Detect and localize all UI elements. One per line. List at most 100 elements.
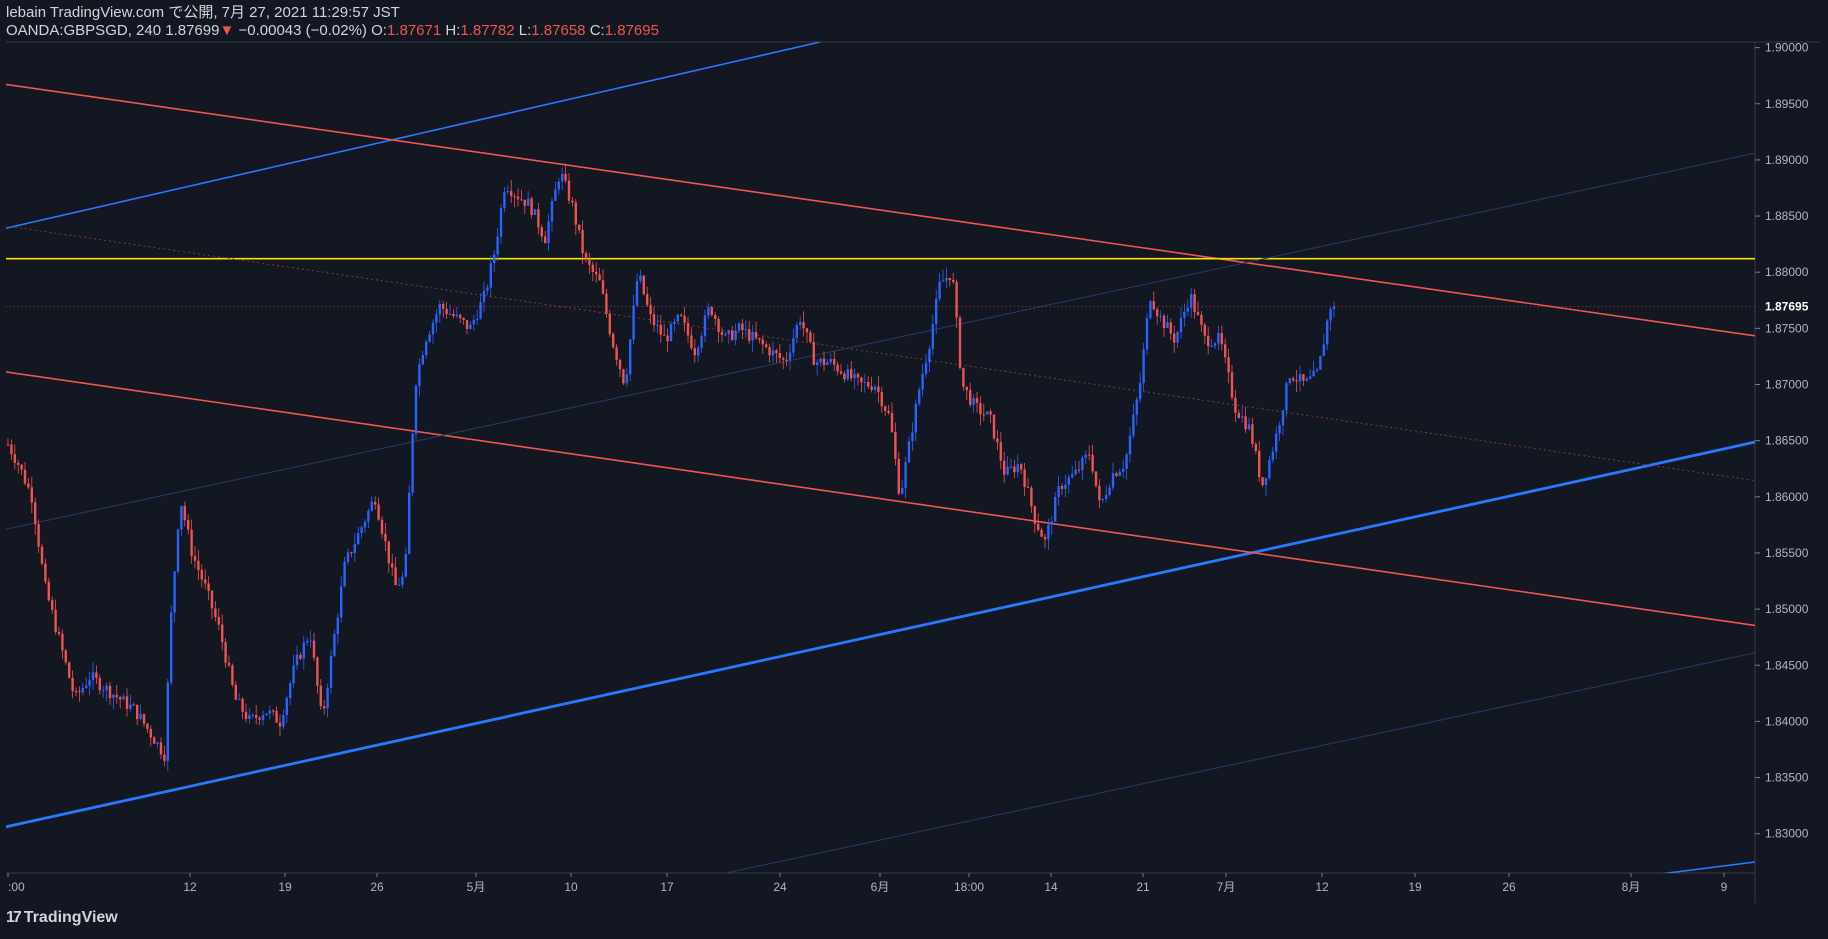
candle bbox=[588, 252, 591, 274]
tradingview-logo-icon: 17 bbox=[6, 909, 22, 926]
candle bbox=[187, 514, 190, 535]
candle bbox=[455, 306, 458, 319]
candle bbox=[442, 301, 445, 318]
candle bbox=[261, 710, 265, 726]
candle bbox=[200, 564, 203, 588]
candle bbox=[1135, 396, 1138, 426]
candle bbox=[340, 575, 343, 623]
candle bbox=[238, 693, 241, 701]
chart-grid bbox=[6, 41, 1820, 903]
candle bbox=[248, 708, 251, 724]
candle bbox=[863, 373, 866, 393]
price-chart[interactable]: 1.90000 1.89500 1.89000 1.88500 1.88000 1.875… bbox=[0, 0, 1828, 939]
candle bbox=[1309, 368, 1312, 380]
candle bbox=[1292, 376, 1295, 383]
candle bbox=[71, 670, 74, 699]
high-value: 1.87782 bbox=[460, 22, 515, 39]
candle bbox=[605, 288, 608, 319]
candle bbox=[1111, 462, 1115, 491]
x-tick-label: 19 bbox=[1408, 880, 1422, 894]
candle bbox=[1128, 427, 1132, 463]
candle bbox=[1166, 314, 1169, 329]
candle bbox=[574, 199, 577, 235]
candle bbox=[214, 601, 217, 622]
candle bbox=[625, 367, 628, 388]
candle bbox=[1013, 460, 1016, 479]
line-blue-faint-low bbox=[723, 652, 1755, 873]
candle bbox=[958, 315, 962, 370]
candle bbox=[197, 549, 200, 581]
candle bbox=[1210, 338, 1213, 348]
candle bbox=[146, 723, 149, 733]
candle bbox=[292, 654, 295, 688]
candle bbox=[207, 576, 210, 601]
candle bbox=[761, 335, 764, 355]
candle bbox=[1288, 377, 1291, 386]
candle bbox=[550, 197, 554, 232]
candle bbox=[1193, 289, 1196, 320]
candle bbox=[527, 191, 530, 206]
candle bbox=[615, 344, 618, 366]
candle bbox=[360, 525, 363, 539]
candle bbox=[737, 321, 741, 333]
candle bbox=[479, 293, 482, 320]
candle bbox=[598, 267, 601, 281]
tradingview-logo[interactable]: 17 TradingView bbox=[6, 909, 118, 927]
candle bbox=[258, 716, 261, 726]
candle bbox=[1234, 389, 1237, 422]
candle bbox=[1207, 326, 1210, 355]
candle bbox=[1149, 300, 1152, 321]
candle bbox=[350, 551, 353, 558]
candle bbox=[98, 674, 101, 695]
candle bbox=[37, 519, 40, 553]
candle bbox=[183, 501, 186, 527]
candle bbox=[673, 318, 676, 332]
candle bbox=[465, 320, 469, 335]
line-blue-support bbox=[6, 440, 1755, 829]
candle bbox=[1071, 466, 1074, 479]
candle bbox=[680, 313, 683, 318]
candle bbox=[210, 589, 214, 620]
time-axis[interactable]: :00 12 19 26 5月 10 17 24 6月 18:00 14 21 7月 12 19 26 8月 9 bbox=[7, 873, 1728, 894]
x-tick-label: 5月 bbox=[467, 880, 486, 894]
candle bbox=[727, 329, 730, 344]
candle bbox=[1329, 306, 1332, 332]
candle bbox=[659, 314, 662, 343]
candle bbox=[329, 650, 333, 694]
candle bbox=[1159, 310, 1162, 322]
y-tick-label: 1.86000 bbox=[1765, 490, 1809, 504]
candle bbox=[935, 289, 938, 335]
candle bbox=[404, 547, 407, 579]
candle bbox=[163, 745, 166, 766]
candle bbox=[1315, 367, 1319, 373]
candle bbox=[914, 399, 917, 442]
candle bbox=[877, 376, 880, 403]
candle bbox=[1081, 455, 1084, 481]
candle bbox=[68, 661, 71, 679]
candle bbox=[397, 577, 401, 586]
candle bbox=[1190, 288, 1193, 318]
candle bbox=[989, 408, 992, 424]
candle bbox=[785, 351, 788, 367]
candle bbox=[982, 403, 985, 422]
candle bbox=[663, 323, 666, 336]
candle bbox=[30, 476, 33, 514]
candle bbox=[758, 337, 761, 344]
candle bbox=[61, 629, 64, 659]
candle bbox=[1213, 342, 1217, 349]
candle bbox=[714, 311, 717, 326]
candle bbox=[448, 304, 452, 316]
candle bbox=[217, 608, 220, 631]
candle bbox=[1247, 417, 1251, 431]
symbol-name[interactable]: OANDA:GBPSGD, 240 bbox=[6, 22, 161, 39]
price-axis[interactable]: 1.90000 1.89500 1.89000 1.88500 1.88000 1.875… bbox=[1755, 41, 1809, 841]
candle bbox=[690, 327, 693, 350]
candle bbox=[306, 636, 309, 647]
candle bbox=[1186, 299, 1189, 317]
candle bbox=[775, 348, 778, 363]
candle bbox=[656, 314, 659, 334]
candle bbox=[1064, 474, 1067, 497]
candle bbox=[904, 456, 907, 499]
candle bbox=[666, 328, 669, 353]
candle bbox=[720, 327, 724, 343]
